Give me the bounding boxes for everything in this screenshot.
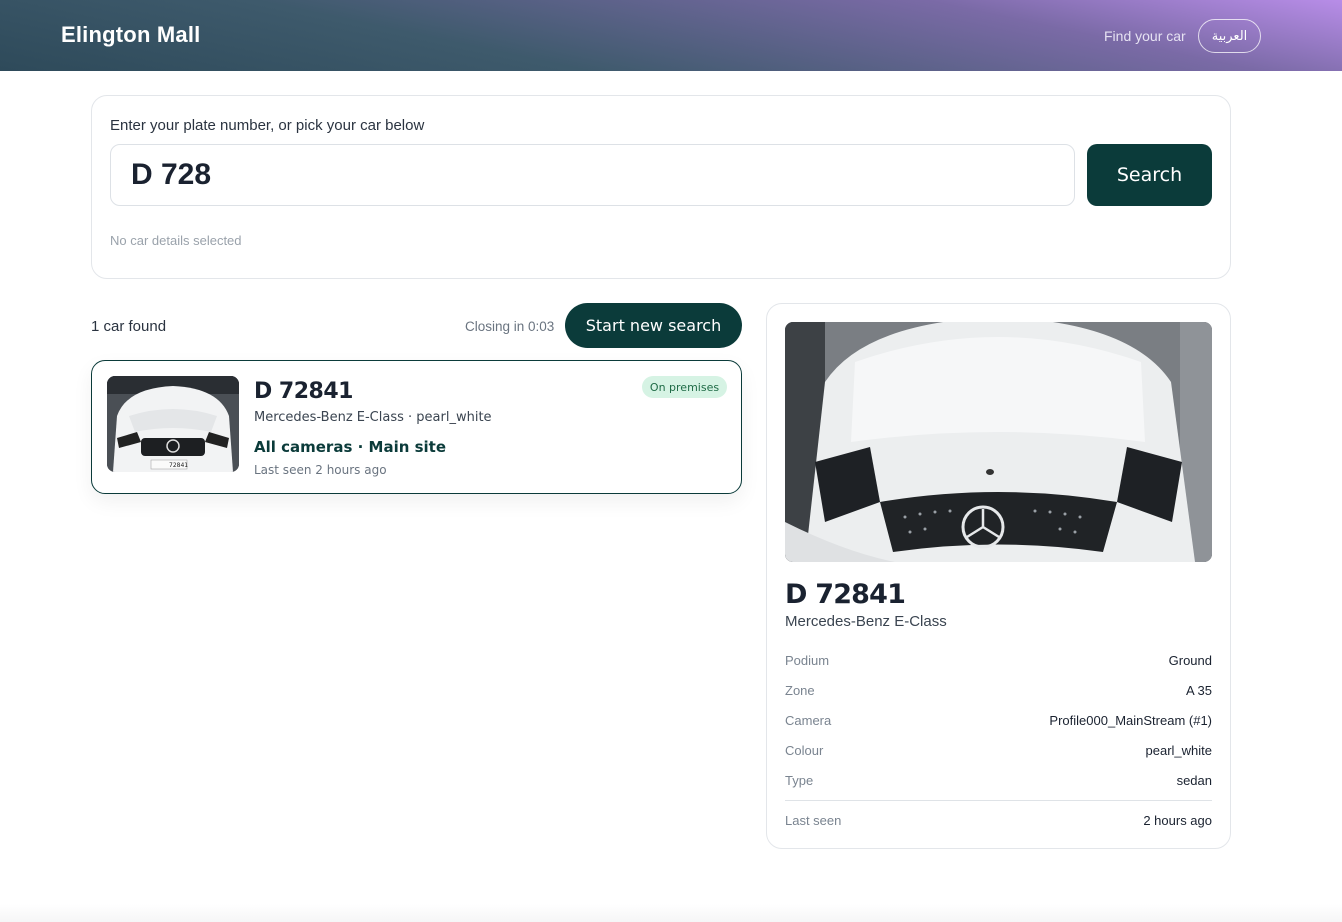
result-car-details: Mercedes-Benz E-Class · pearl_white: [254, 410, 492, 425]
language-toggle-button[interactable]: العربية: [1198, 19, 1261, 53]
start-new-search-button[interactable]: Start new search: [565, 303, 742, 348]
brand-title[interactable]: Elington Mall: [61, 22, 200, 48]
top-header: Elington Mall Find your car العربية: [0, 0, 1342, 71]
detail-value: pearl_white: [1145, 743, 1213, 758]
car-thumbnail: 72841: [107, 376, 239, 472]
detail-row-last-seen: Last seen 2 hours ago: [785, 813, 1212, 833]
detail-row-podium: Podium Ground: [785, 653, 1212, 673]
detail-key: Last seen: [785, 813, 842, 828]
find-your-car-link[interactable]: Find your car: [1104, 28, 1186, 44]
detail-model: Mercedes-Benz E-Class: [785, 613, 947, 630]
detail-key: Camera: [785, 713, 832, 728]
detail-value: Profile000_MainStream (#1): [1049, 713, 1212, 728]
detail-value: A 35: [1185, 683, 1212, 698]
car-photo: [785, 322, 1212, 562]
detail-value: sedan: [1176, 773, 1212, 788]
detail-key: Podium: [785, 653, 830, 668]
detail-divider: [785, 800, 1212, 801]
detail-row-type: Type sedan: [785, 773, 1212, 793]
detail-key: Type: [785, 773, 814, 788]
detail-key: Zone: [785, 683, 815, 698]
detail-plate: D 72841: [785, 579, 906, 610]
detail-key: Colour: [785, 743, 824, 758]
results-count: 1 car found: [91, 318, 167, 335]
closing-timer: Closing in 0:03: [465, 319, 555, 334]
plate-number-input[interactable]: D 728: [110, 144, 1075, 206]
detail-row-zone: Zone A 35: [785, 683, 1212, 703]
page-footer-strip: [0, 904, 1342, 922]
detail-value: Ground: [1168, 653, 1212, 668]
search-label: Enter your plate number, or pick your ca…: [110, 117, 425, 134]
selection-status-text: No car details selected: [110, 233, 242, 248]
search-card: Enter your plate number, or pick your ca…: [91, 95, 1231, 279]
detail-value: 2 hours ago: [1143, 813, 1212, 828]
car-detail-panel: D 72841 Mercedes-Benz E-Class Podium Gro…: [766, 303, 1231, 849]
result-last-seen: Last seen 2 hours ago: [254, 463, 387, 477]
search-button[interactable]: Search: [1087, 144, 1212, 206]
result-plate: D 72841: [254, 379, 353, 404]
detail-row-colour: Colour pearl_white: [785, 743, 1212, 763]
result-camera-location: All cameras · Main site: [254, 438, 447, 456]
status-badge: On premises: [642, 376, 727, 398]
detail-row-camera: Camera Profile000_MainStream (#1): [785, 713, 1212, 733]
result-card[interactable]: 72841 D 72841 On premises Mercedes-Benz …: [91, 360, 742, 494]
thumb-plate-text: 72841: [169, 462, 188, 469]
